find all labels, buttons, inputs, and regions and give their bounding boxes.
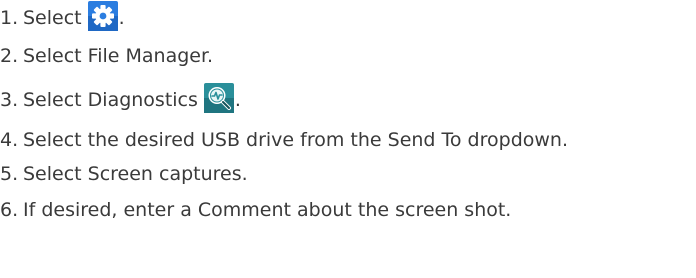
step-3: 3. Select Diagnostics . bbox=[0, 83, 241, 116]
step-number: 4. bbox=[0, 129, 19, 151]
step-text: Select bbox=[23, 7, 82, 29]
step-number: 1. bbox=[0, 7, 19, 29]
step-text: Select File Manager. bbox=[23, 45, 214, 67]
step-text: Select the desired USB drive from the Se… bbox=[23, 129, 569, 151]
step-1: 1. Select . bbox=[0, 1, 125, 34]
step-4: 4. Select the desired USB drive from the… bbox=[0, 124, 568, 156]
step-suffix: . bbox=[118, 7, 125, 29]
step-2: 2. Select File Manager. bbox=[0, 40, 213, 72]
step-number: 6. bbox=[0, 199, 19, 221]
instruction-list: 1. Select . 2. Select File Manager. 3. S… bbox=[0, 0, 696, 278]
step-suffix: . bbox=[234, 89, 241, 111]
gear-icon bbox=[87, 1, 118, 31]
step-6: 6. If desired, enter a Comment about the… bbox=[0, 194, 511, 226]
step-5: 5. Select Screen captures. bbox=[0, 158, 248, 190]
step-number: 3. bbox=[0, 89, 19, 111]
step-number: 5. bbox=[0, 163, 19, 185]
step-text: If desired, enter a Comment about the sc… bbox=[23, 199, 512, 221]
step-number: 2. bbox=[0, 45, 19, 67]
diagnostics-magnifier-icon bbox=[203, 83, 234, 113]
step-text: Select Diagnostics bbox=[23, 89, 198, 111]
step-text: Select Screen captures. bbox=[23, 163, 248, 185]
